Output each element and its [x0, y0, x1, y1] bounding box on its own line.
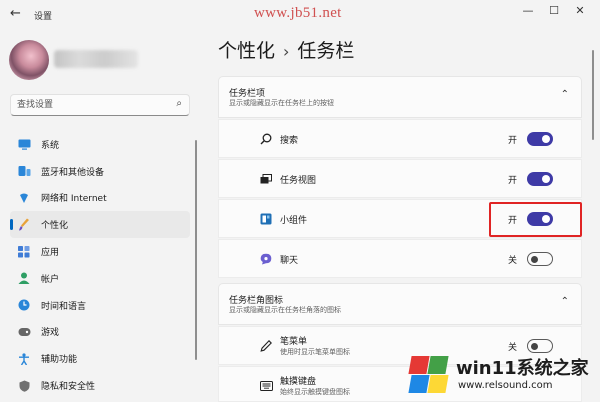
setting-row-search: 搜索 开	[218, 119, 582, 158]
search-icon[interactable]: ⌕	[176, 98, 182, 109]
widgets-icon	[259, 212, 273, 226]
sidebar-item-label: 个性化	[41, 221, 69, 232]
setting-row-task-view: 任务视图 开	[218, 159, 582, 198]
sidebar-item-label: 蓝牙和其他设备	[41, 167, 105, 178]
monitor-icon	[17, 137, 31, 151]
toggle-state-text: 开	[507, 176, 517, 186]
main-scrollbar[interactable]	[592, 50, 594, 140]
sidebar-item-label: 应用	[41, 248, 60, 259]
apps-icon	[17, 245, 31, 259]
minimize-button[interactable]: —	[520, 3, 536, 19]
brand-title: win11系统之家	[456, 358, 589, 379]
setting-label: 笔菜单	[280, 337, 308, 347]
sidebar-item-bluetooth[interactable]: 蓝牙和其他设备	[10, 158, 190, 185]
sidebar-item-label: 帐户	[41, 274, 60, 285]
brush-icon	[17, 218, 31, 232]
brand-url: www.relsound.com	[458, 380, 553, 391]
search-toggle[interactable]	[527, 132, 553, 146]
section-corner-icons-header[interactable]: 任务栏角图标 显示或隐藏显示在任务栏角落的图标 ⌃	[218, 283, 582, 325]
chat-icon	[259, 252, 273, 266]
sidebar-nav: 系统 蓝牙和其他设备 网络和 Internet 个性化 应用 帐户 时间和语言 …	[10, 131, 190, 399]
sidebar-item-personalization[interactable]: 个性化	[10, 211, 190, 239]
sidebar-item-label: 系统	[41, 140, 60, 151]
maximize-button[interactable]: ☐	[546, 3, 562, 19]
account-icon	[17, 271, 31, 285]
toggle-state-text: 开	[507, 136, 517, 146]
bluetooth-devices-icon	[17, 164, 31, 178]
blurred-user-name	[54, 50, 138, 68]
chevron-up-icon[interactable]: ⌃	[561, 89, 569, 100]
sidebar-item-label: 辅助功能	[41, 355, 78, 366]
gamepad-icon	[17, 325, 31, 339]
app-title: 设置	[34, 12, 53, 22]
windows-logo-icon	[408, 354, 449, 394]
search-box[interactable]: ⌕	[10, 94, 190, 116]
highlight-box	[489, 202, 582, 237]
setting-label: 搜索	[280, 136, 299, 146]
sidebar-item-accessibility[interactable]: 辅助功能	[10, 345, 190, 372]
page-title: 任务栏	[297, 40, 355, 62]
breadcrumb: 个性化 › 任务栏	[218, 36, 354, 63]
toggle-state-text: 关	[507, 256, 517, 266]
section-taskbar-items-header[interactable]: 任务栏项 显示或隐藏显示在任务栏上的按钮 ⌃	[218, 76, 582, 118]
setting-label: 小组件	[280, 216, 308, 226]
sidebar-item-accounts[interactable]: 帐户	[10, 265, 190, 292]
shield-icon	[17, 379, 31, 393]
globe-clock-icon	[17, 298, 31, 312]
breadcrumb-separator: ›	[283, 42, 290, 61]
sidebar-item-privacy[interactable]: 隐私和安全性	[10, 372, 190, 399]
breadcrumb-parent[interactable]: 个性化	[218, 40, 275, 62]
sidebar-scrollbar[interactable]	[195, 140, 197, 360]
close-button[interactable]: ✕	[572, 3, 588, 19]
task-view-toggle[interactable]	[527, 172, 553, 186]
sidebar-item-time-language[interactable]: 时间和语言	[10, 292, 190, 319]
sidebar-item-label: 游戏	[41, 328, 60, 339]
sidebar-item-label: 隐私和安全性	[41, 382, 96, 393]
sidebar-item-network[interactable]: 网络和 Internet	[10, 185, 190, 212]
brand-watermark: win11系统之家 www.relsound.com	[402, 350, 598, 400]
keyboard-icon	[259, 379, 273, 393]
chat-toggle[interactable]	[527, 252, 553, 266]
setting-label: 任务视图	[280, 176, 317, 186]
title-bar: ← 设置 www.jb51.net — ☐ ✕	[0, 0, 600, 32]
sidebar-item-gaming[interactable]: 游戏	[10, 319, 190, 346]
site-watermark: www.jb51.net	[254, 5, 342, 21]
chevron-up-icon[interactable]: ⌃	[561, 296, 569, 307]
sidebar-item-label: 网络和 Internet	[41, 194, 107, 205]
back-arrow-icon[interactable]: ←	[10, 7, 24, 21]
accessibility-icon	[17, 352, 31, 366]
wifi-icon	[17, 191, 31, 205]
avatar[interactable]	[9, 40, 49, 80]
search-input[interactable]	[11, 95, 161, 115]
pen-icon	[259, 339, 273, 353]
search-icon	[259, 132, 273, 146]
setting-row-chat: 聊天 关	[218, 239, 582, 278]
sidebar-item-system[interactable]: 系统	[10, 131, 190, 158]
setting-label: 触摸键盘	[280, 377, 317, 387]
setting-label: 聊天	[280, 256, 299, 266]
setting-description: 始终显示触摸键盘图标	[280, 388, 350, 396]
sidebar-item-apps[interactable]: 应用	[10, 238, 190, 265]
task-view-icon	[259, 172, 273, 186]
sidebar-item-label: 时间和语言	[41, 301, 87, 312]
section-subtitle: 显示或隐藏显示在任务栏上的按钮	[229, 99, 334, 107]
section-subtitle: 显示或隐藏显示在任务栏角落的图标	[229, 306, 341, 314]
setting-description: 使用时显示笔菜单图标	[280, 348, 350, 356]
